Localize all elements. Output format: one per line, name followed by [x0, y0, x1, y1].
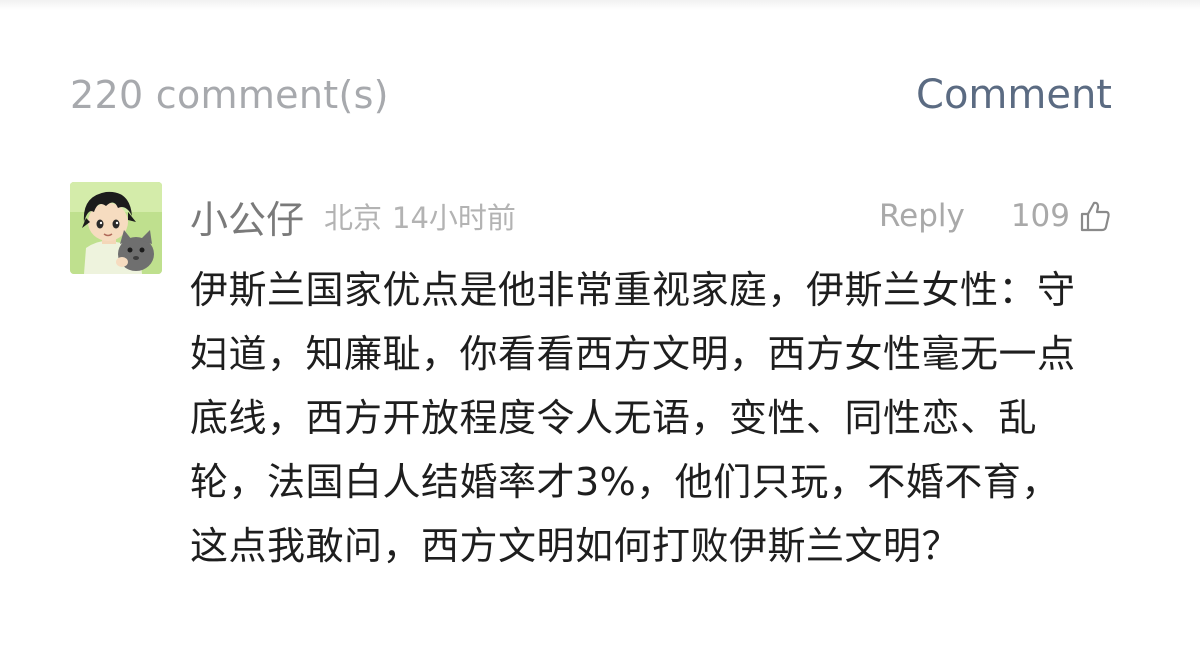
comment-meta: 小公仔 北京 14小时前 Reply 109	[190, 188, 1112, 244]
like-count: 109	[1010, 198, 1070, 234]
like-button[interactable]: 109	[1011, 198, 1112, 234]
location: 北京	[324, 201, 383, 235]
comment-count: 220 comment(s)	[70, 73, 389, 117]
timestamp: 14小时前	[392, 201, 516, 235]
username[interactable]: 小公仔	[190, 189, 304, 244]
comment-body: 伊斯兰国家优点是他非常重视家庭，伊斯兰女性：守妇道，知廉耻，你看看西方文明，西方…	[190, 268, 1076, 568]
cartoon-boy-with-cat-avatar-icon	[70, 182, 162, 274]
top-divider	[0, 0, 1200, 10]
avatar[interactable]	[70, 182, 162, 274]
reply-button[interactable]: Reply	[879, 198, 965, 234]
thumbs-up-icon[interactable]	[1078, 199, 1112, 233]
comments-header: 220 comment(s) Comment	[70, 70, 1112, 120]
comment-button[interactable]: Comment	[916, 72, 1112, 118]
comments-page: 220 comment(s) Comment 小公仔 北京 14小时前 Repl…	[0, 0, 1200, 649]
